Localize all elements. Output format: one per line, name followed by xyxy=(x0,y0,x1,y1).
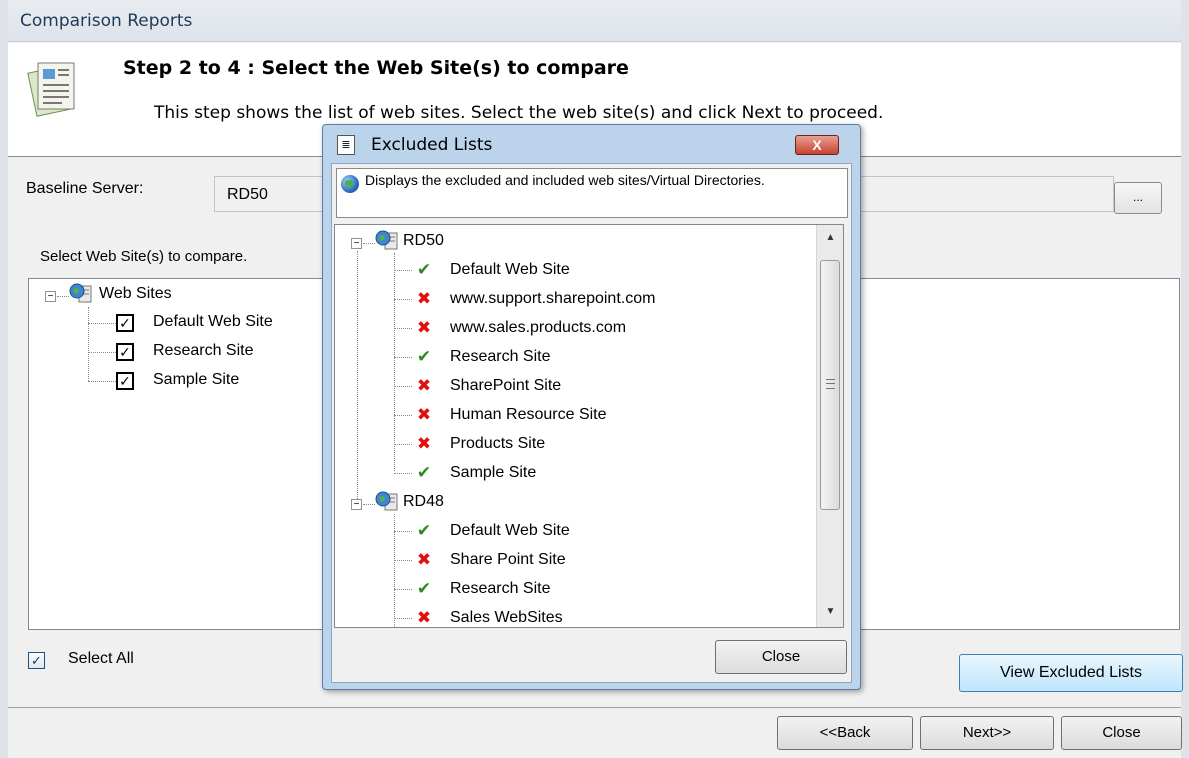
included-check-icon: ✔ xyxy=(416,463,432,482)
excluded-x-icon: ✖ xyxy=(416,608,432,627)
site-item-default-web-site[interactable]: Default Web Site xyxy=(153,313,273,341)
included-check-icon: ✔ xyxy=(416,579,432,598)
site-row[interactable]: Research Site xyxy=(450,348,551,376)
server-name: RD50 xyxy=(403,232,444,249)
site-row[interactable]: Default Web Site xyxy=(450,522,570,550)
research-site-checkbox[interactable]: ✓ xyxy=(116,343,134,361)
report-document-icon xyxy=(27,62,75,117)
dialog-description-panel: Displays the excluded and included web s… xyxy=(336,168,848,218)
site-item-label: Sample Site xyxy=(153,371,240,388)
web-server-icon xyxy=(375,491,398,511)
scroll-thumb[interactable] xyxy=(820,260,840,510)
sample-site-checkbox[interactable]: ✓ xyxy=(116,372,134,390)
site-item-label: Default Web Site xyxy=(153,313,273,330)
dialog-window-icon: ≣ xyxy=(337,135,355,155)
server-name: RD48 xyxy=(403,493,444,510)
site-label: Default Web Site xyxy=(450,261,570,278)
site-label: Human Resource Site xyxy=(450,406,607,423)
browse-server-button[interactable]: ... xyxy=(1114,182,1162,214)
site-label: Research Site xyxy=(450,580,551,597)
site-label: Sales WebSites xyxy=(450,609,563,626)
site-row[interactable]: Default Web Site xyxy=(450,261,570,289)
dialog-close-icon[interactable]: X xyxy=(795,135,839,155)
site-row[interactable]: Sample Site xyxy=(450,464,536,492)
site-row[interactable]: Products Site xyxy=(450,435,545,463)
included-check-icon: ✔ xyxy=(416,521,432,540)
collapse-web-sites-icon[interactable]: − xyxy=(45,291,56,302)
server-node-rd50[interactable]: RD50 xyxy=(403,232,444,260)
scroll-down-arrow-icon[interactable]: ▼ xyxy=(817,601,843,623)
web-sites-root[interactable]: Web Sites xyxy=(99,285,172,313)
baseline-server-label: Baseline Server: xyxy=(26,180,144,197)
globe-icon xyxy=(341,175,359,193)
web-server-icon xyxy=(375,230,398,250)
dialog-close-button[interactable]: Close xyxy=(715,640,847,674)
site-label: Sample Site xyxy=(450,464,537,481)
excluded-x-icon: ✖ xyxy=(416,434,432,453)
collapse-rd48-icon[interactable]: − xyxy=(351,499,362,510)
site-row[interactable]: SharePoint Site xyxy=(450,377,561,405)
web-server-icon xyxy=(69,283,92,303)
excluded-lists-tree[interactable]: − RD50 ✔ Default Web Site ✖ www.support.… xyxy=(334,224,844,628)
site-item-research-site[interactable]: Research Site xyxy=(153,342,254,370)
grip-icon xyxy=(826,379,835,389)
site-row[interactable]: www.sales.products.com xyxy=(450,319,626,347)
select-all-label: Select All xyxy=(68,650,134,667)
select-web-sites-label: Select Web Site(s) to compare. xyxy=(40,248,248,265)
site-row[interactable]: Research Site xyxy=(450,580,551,608)
excluded-x-icon: ✖ xyxy=(416,289,432,308)
dialog-title: Excluded Lists xyxy=(371,135,493,155)
view-excluded-lists-button[interactable]: View Excluded Lists xyxy=(959,654,1183,692)
site-row[interactable]: Sales WebSites xyxy=(450,609,563,627)
close-button[interactable]: Close xyxy=(1061,716,1182,750)
site-label: Share Point Site xyxy=(450,551,566,568)
site-label: SharePoint Site xyxy=(450,377,562,394)
site-row[interactable]: Share Point Site xyxy=(450,551,566,579)
site-item-sample-site[interactable]: Sample Site xyxy=(153,371,239,399)
baseline-server-value: RD50 xyxy=(227,186,268,203)
site-label: Products Site xyxy=(450,435,546,452)
excluded-lists-dialog: ≣ Excluded Lists X Displays the excluded… xyxy=(322,124,861,690)
step-title: Step 2 to 4 : Select the Web Site(s) to … xyxy=(123,57,629,79)
excluded-x-icon: ✖ xyxy=(416,318,432,337)
dialog-description: Displays the excluded and included web s… xyxy=(365,172,765,188)
site-row[interactable]: www.support.sharepoint.com xyxy=(450,290,655,318)
select-all-check-icon[interactable]: ✓ xyxy=(28,652,45,669)
web-sites-root-label: Web Sites xyxy=(99,285,172,302)
scroll-up-arrow-icon[interactable]: ▲ xyxy=(817,227,843,249)
site-row[interactable]: Human Resource Site xyxy=(450,406,607,434)
step-description: This step shows the list of web sites. S… xyxy=(154,103,884,123)
collapse-rd50-icon[interactable]: − xyxy=(351,238,362,249)
server-node-rd48[interactable]: RD48 xyxy=(403,493,444,521)
default-web-site-checkbox[interactable]: ✓ xyxy=(116,314,134,332)
site-item-label: Research Site xyxy=(153,342,254,359)
site-label: www.sales.products.com xyxy=(450,319,627,336)
vertical-scrollbar[interactable]: ▲ ▼ xyxy=(816,225,843,627)
excluded-x-icon: ✖ xyxy=(416,550,432,569)
next-button[interactable]: Next>> xyxy=(920,716,1054,750)
site-label: www.support.sharepoint.com xyxy=(450,290,656,307)
included-check-icon: ✔ xyxy=(416,260,432,279)
back-button[interactable]: <<Back xyxy=(777,716,913,750)
site-label: Default Web Site xyxy=(450,522,570,539)
window-titlebar: Comparison Reports xyxy=(8,0,1181,42)
excluded-x-icon: ✖ xyxy=(416,376,432,395)
dialog-content: Displays the excluded and included web s… xyxy=(331,163,852,683)
included-check-icon: ✔ xyxy=(416,347,432,366)
site-label: Research Site xyxy=(450,348,551,365)
excluded-x-icon: ✖ xyxy=(416,405,432,424)
window-title: Comparison Reports xyxy=(20,11,193,31)
